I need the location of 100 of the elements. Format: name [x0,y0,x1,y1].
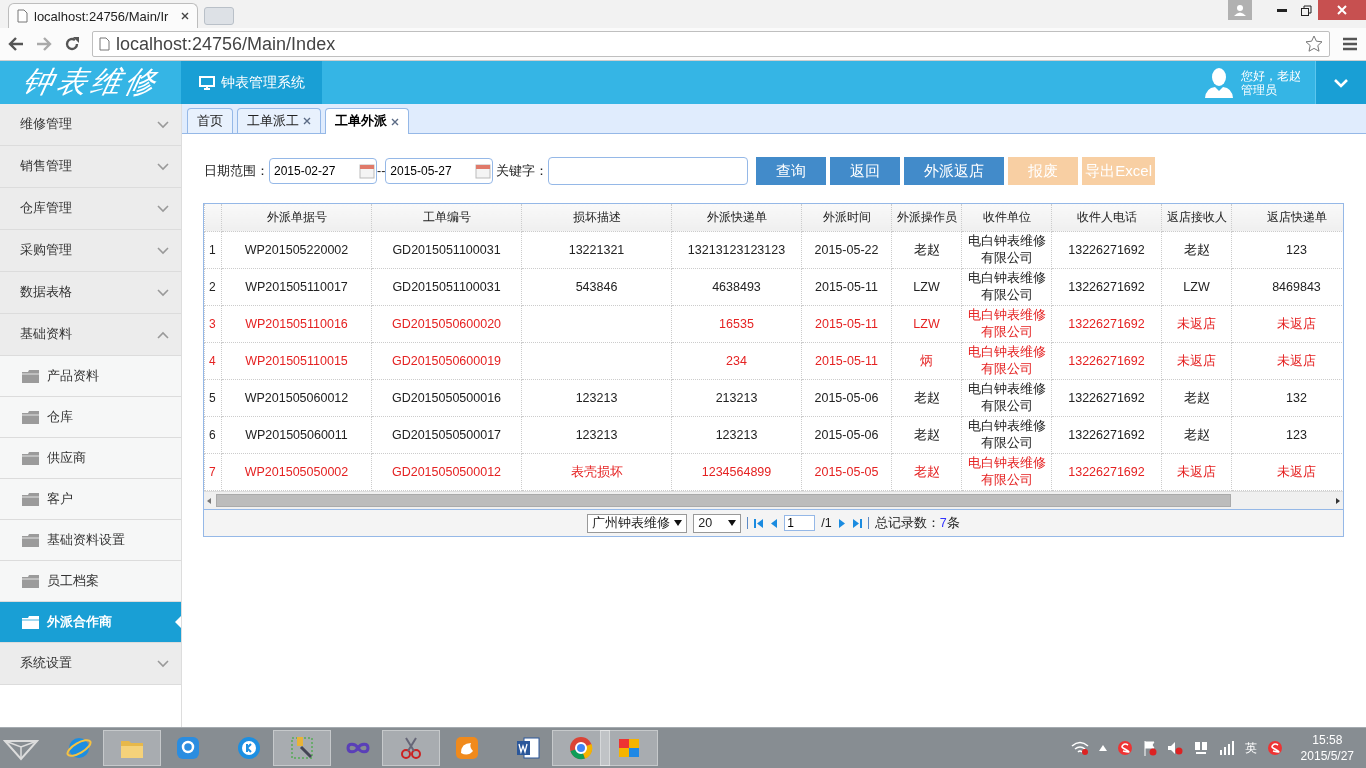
table-cell: 2015-05-06 [801,379,892,417]
column-header: 外派单据号 [221,204,372,232]
table-cell: 电白钟表维修有限公司 [961,453,1052,491]
reload-icon[interactable] [64,36,80,52]
page-input[interactable]: 1 [784,515,816,531]
submenu-item[interactable]: 仓库 [0,397,181,438]
browser-tab[interactable]: localhost:24756/Main/Ir [8,3,198,28]
table-cell: 老赵 [891,379,962,417]
action-button[interactable]: 返回 [830,157,901,185]
input-method-icon[interactable] [1266,740,1283,756]
menu-icon[interactable] [1342,37,1358,51]
column-header [204,204,222,232]
user-avatar-icon [1205,67,1233,98]
menu-item[interactable]: 系统设置 [0,643,181,685]
table-cell: 234 [671,342,802,380]
profile-button[interactable] [1228,0,1252,20]
menu-item[interactable]: 数据表格 [0,272,181,314]
table-cell: 13226271692 [1051,231,1162,269]
previous-page-icon[interactable] [769,517,779,529]
chevron-up-icon[interactable] [1098,745,1107,751]
table-cell: GD2015050600019 [371,342,522,380]
table-cell: LZW [891,268,962,306]
next-page-icon[interactable] [837,517,847,529]
folder-icon [22,369,39,383]
document-icon [515,735,541,761]
keyword-field[interactable] [548,157,749,185]
table-cell: 2015-05-05 [801,453,892,491]
menu-item[interactable]: 销售管理 [0,146,181,188]
tools-icon [289,735,315,761]
table-cell: 2015-05-11 [801,305,892,343]
address-field[interactable]: localhost:24756/Main/Index [92,31,1330,57]
submenu-item[interactable]: 供应商 [0,438,181,479]
chevron-down-icon [157,288,169,297]
chevron-down-icon [157,120,169,129]
close-icon[interactable] [391,117,399,126]
chevron-down-icon [157,162,169,171]
action-button[interactable]: 外派返店 [904,157,1005,185]
company-select[interactable]: 广州钟表维修 [587,513,688,533]
caret-icon [674,520,683,526]
input-method-icon[interactable] [1116,740,1133,756]
squirrel-icon [454,735,480,761]
table-cell: GD2015051100031 [371,268,522,306]
star-icon[interactable] [1305,35,1323,53]
back-icon[interactable] [8,37,24,51]
tab[interactable]: 工单派工 [237,108,321,133]
table-cell: WP201505050002 [221,453,372,491]
table-cell: 电白钟表维修有限公司 [961,231,1052,269]
table-cell: GD2015051100031 [371,231,522,269]
submenu-item[interactable]: 员工档案 [0,561,181,602]
table-cell: GD2015050500017 [371,416,522,454]
flag-icon[interactable] [1142,740,1157,756]
folder-icon [22,410,39,424]
chevron-down-icon [157,204,169,213]
table-cell: 电白钟表维修有限公司 [961,416,1052,454]
calendar-icon[interactable] [475,163,492,179]
speaker-icon[interactable] [1166,740,1183,756]
submenu-item[interactable]: 产品资料 [0,356,181,397]
submenu-item[interactable]: 客户 [0,479,181,520]
forward-icon[interactable] [36,37,52,51]
menu-item[interactable]: 维修管理 [0,104,181,146]
close-icon[interactable] [303,117,311,125]
menu-item[interactable]: 基础资料 [0,314,181,356]
close-icon[interactable] [181,12,189,20]
page-total: /1 [821,516,832,530]
table-cell: 4638493 [671,268,802,306]
table-cell: 老赵 [1161,379,1232,417]
signal-icon[interactable] [1218,741,1235,755]
table-cell: 老赵 [1161,416,1232,454]
person-icon [1234,4,1246,16]
menu-item[interactable]: 采购管理 [0,230,181,272]
table-cell: 老赵 [891,231,962,269]
table-cell: 543846 [521,268,672,306]
row-number: 1 [204,231,222,269]
last-page-icon[interactable] [852,517,862,529]
taskbar-button[interactable] [600,730,658,766]
horizontal-scrollbar[interactable] [204,491,1343,509]
table-cell: 电白钟表维修有限公司 [961,305,1052,343]
close-button[interactable] [1318,0,1366,20]
submenu-item[interactable]: 基础资料设置 [0,520,181,561]
action-button[interactable]: 查询 [756,157,827,185]
date-field[interactable]: 2015-05-27 [385,158,494,184]
date-field[interactable]: 2015-02-27 [269,158,377,184]
tab[interactable]: 首页 [187,108,233,133]
table-cell: 13226271692 [1051,268,1162,306]
wifi-icon[interactable] [1070,741,1089,755]
network-icon[interactable] [1192,740,1209,756]
page-size-select[interactable]: 20 [693,513,742,533]
first-page-icon[interactable] [754,517,764,529]
table-cell: WP201505110015 [221,342,372,380]
restore-icon [1300,4,1312,16]
taskbar-button[interactable] [273,730,331,766]
table-cell: LZW [891,305,962,343]
tab[interactable]: 工单外派 [325,108,409,134]
page-icon [99,37,110,51]
taskbar-button[interactable] [382,730,440,766]
menu-item[interactable]: 仓库管理 [0,188,181,230]
column-header: 收件单位 [961,204,1052,232]
calendar-icon[interactable] [359,163,375,179]
chevron-down-icon [157,659,169,668]
monitor-icon [198,75,215,90]
